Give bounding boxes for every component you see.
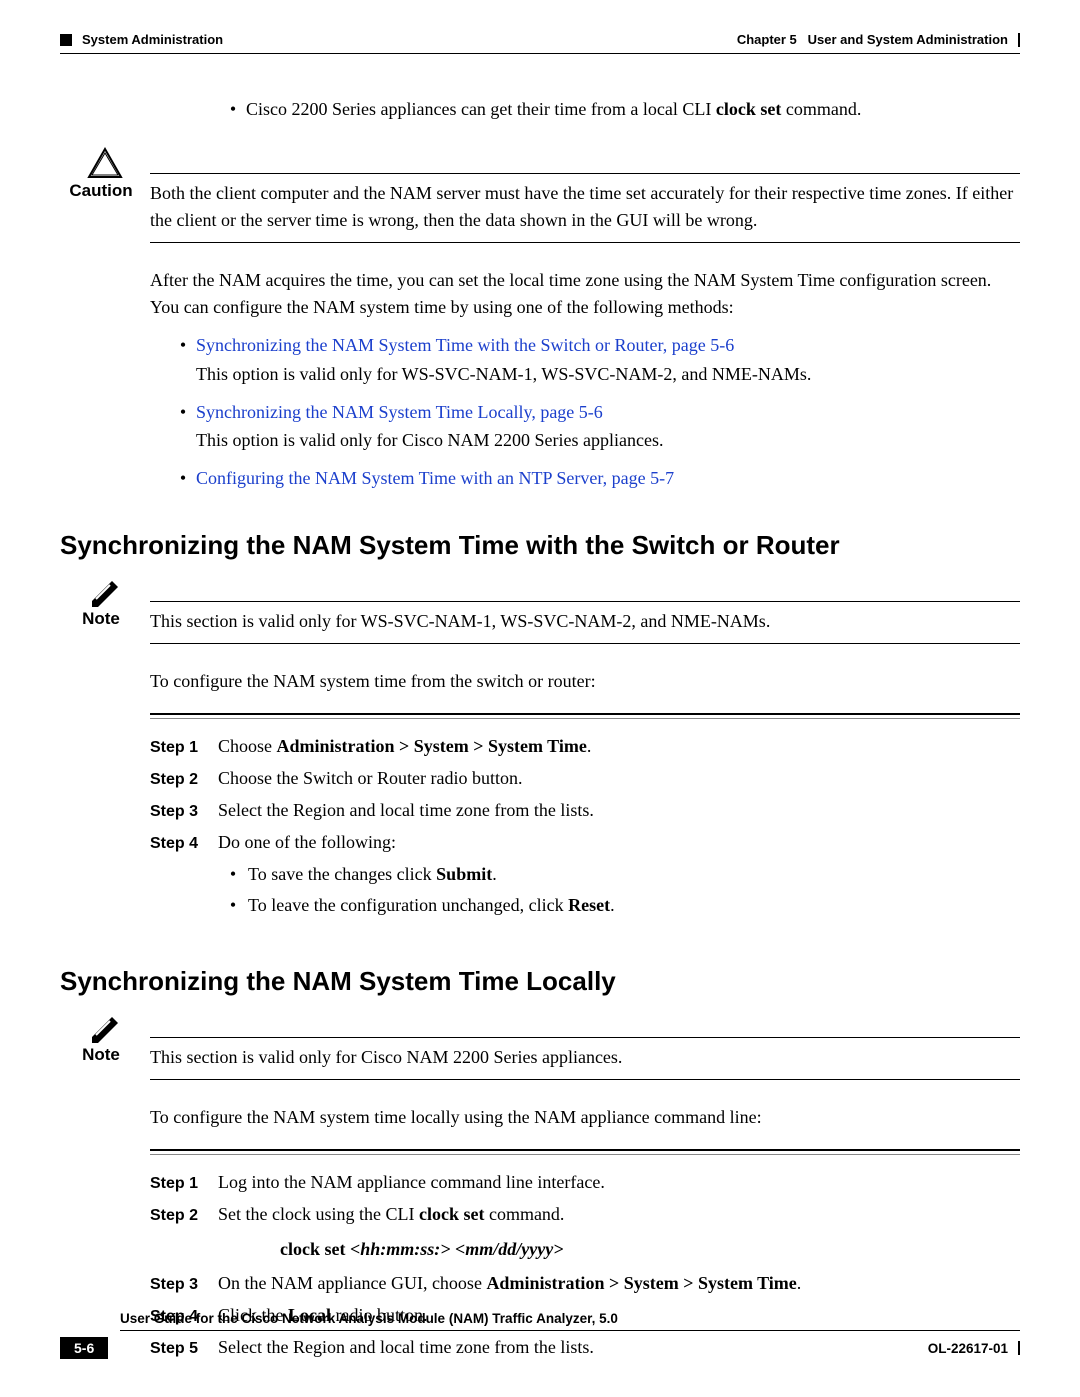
s2-step2-pre: Set the clock using the CLI [218, 1204, 419, 1224]
footer-title: User Guide for the Cisco Network Analysi… [120, 1311, 1020, 1331]
section2-note: Note This section is valid only for Cisc… [60, 1011, 1020, 1094]
s1-s4-b2-pre: To leave the configuration unchanged, cl… [248, 895, 568, 915]
s1-step4-text: Do one of the following: [218, 829, 1020, 857]
section1-note: Note This section is valid only for WS-S… [60, 575, 1020, 658]
section1-step3: Step 3 Select the Region and local time … [150, 795, 1020, 827]
link-3[interactable]: Configuring the NAM System Time with an … [196, 468, 674, 488]
s2-step1-text: Log into the NAM appliance command line … [218, 1169, 1020, 1197]
cmd-italic: <hh:mm:ss:> <mm/dd/yyyy> [350, 1239, 564, 1259]
s1-s4-b1-bold: Submit [436, 864, 492, 884]
note-icon [88, 577, 122, 607]
s1-s4-b1-pre: To save the changes click [248, 864, 436, 884]
s1-step2-text: Choose the Switch or Router radio button… [218, 765, 1020, 793]
link-2[interactable]: Synchronizing the NAM System Time Locall… [196, 402, 603, 422]
section1-step4: Step 4 Do one of the following: [150, 827, 1020, 859]
page-footer: User Guide for the Cisco Network Analysi… [60, 1311, 1020, 1359]
page-number: 5-6 [60, 1337, 108, 1359]
s1-s4-b2-bold: Reset [568, 895, 610, 915]
section1-intro: To configure the NAM system time from th… [150, 668, 1020, 695]
section1-step4-bullet1: • To save the changes click Submit. [218, 859, 1020, 891]
header-section-title: System Administration [82, 32, 223, 47]
section2-intro: To configure the NAM system time locally… [150, 1104, 1020, 1131]
section1-note-label: Note [60, 609, 142, 629]
post-caution-paragraph: After the NAM acquires the time, you can… [150, 267, 1020, 320]
note-icon [88, 1013, 122, 1043]
s2-step2-bold: clock set [419, 1204, 484, 1224]
header-chapter: Chapter 5 [737, 32, 797, 47]
s1-step1-pre: Choose [218, 736, 277, 756]
s2-step3-pre: On the NAM appliance GUI, choose [218, 1273, 486, 1293]
section2-heading: Synchronizing the NAM System Time Locall… [60, 966, 1020, 997]
link-bullet-2: • Synchronizing the NAM System Time Loca… [170, 397, 1020, 428]
section2-step3: Step 3 On the NAM appliance GUI, choose … [150, 1268, 1020, 1300]
s1-s4-b2-post: . [610, 895, 615, 915]
s1-s4-b1-post: . [492, 864, 497, 884]
link-bullet-1: • Synchronizing the NAM System Time with… [170, 330, 1020, 361]
caution-block: Caution Both the client computer and the… [60, 145, 1020, 257]
footer-marker [1018, 1341, 1020, 1355]
section2-note-text: This section is valid only for Cisco NAM… [150, 1047, 622, 1067]
link-1-sub: This option is valid only for WS-SVC-NAM… [196, 362, 1020, 397]
section2-step2: Step 2 Set the clock using the CLI clock… [150, 1199, 1020, 1231]
s1-step1-bold: Administration > System > System Time [277, 736, 587, 756]
caution-icon [87, 147, 123, 179]
header-marker-right [1018, 33, 1020, 47]
section1-step2: Step 2 Choose the Switch or Router radio… [150, 763, 1020, 795]
caution-text: Both the client computer and the NAM ser… [150, 183, 1013, 230]
page-header: System Administration Chapter 5 User and… [60, 32, 1020, 54]
section1-step1: Step 1 Choose Administration > System > … [150, 731, 1020, 763]
intro-bullet-bold: clock set [716, 99, 781, 119]
intro-bullet: • Cisco 2200 Series appliances can get t… [220, 94, 1020, 125]
s1-step3-text: Select the Region and local time zone fr… [218, 797, 1020, 825]
section2-note-label: Note [60, 1045, 142, 1065]
section1-note-text: This section is valid only for WS-SVC-NA… [150, 611, 770, 631]
header-chapter-title: User and System Administration [808, 32, 1008, 47]
section1-step4-bullet2: • To leave the configuration unchanged, … [218, 890, 1020, 922]
s2-step2-post: command. [484, 1204, 564, 1224]
doc-number: OL-22617-01 [928, 1341, 1008, 1356]
s1-step1-post: . [587, 736, 592, 756]
s2-step3-bold: Administration > System > System Time [486, 1273, 796, 1293]
caution-label: Caution [60, 181, 142, 201]
intro-bullet-post: command. [781, 99, 861, 119]
s2-step3-post: . [797, 1273, 802, 1293]
link-1[interactable]: Synchronizing the NAM System Time with t… [196, 335, 734, 355]
section1-heading: Synchronizing the NAM System Time with t… [60, 530, 1020, 561]
link-2-sub: This option is valid only for Cisco NAM … [196, 428, 1020, 463]
cmd-bold: clock set [280, 1239, 350, 1259]
intro-bullet-pre: Cisco 2200 Series appliances can get the… [246, 99, 716, 119]
section2-command: clock set <hh:mm:ss:> <mm/dd/yyyy> [280, 1231, 1020, 1268]
header-marker-left [60, 34, 72, 46]
section2-step1: Step 1 Log into the NAM appliance comman… [150, 1167, 1020, 1199]
link-bullet-3: • Configuring the NAM System Time with a… [170, 463, 1020, 494]
